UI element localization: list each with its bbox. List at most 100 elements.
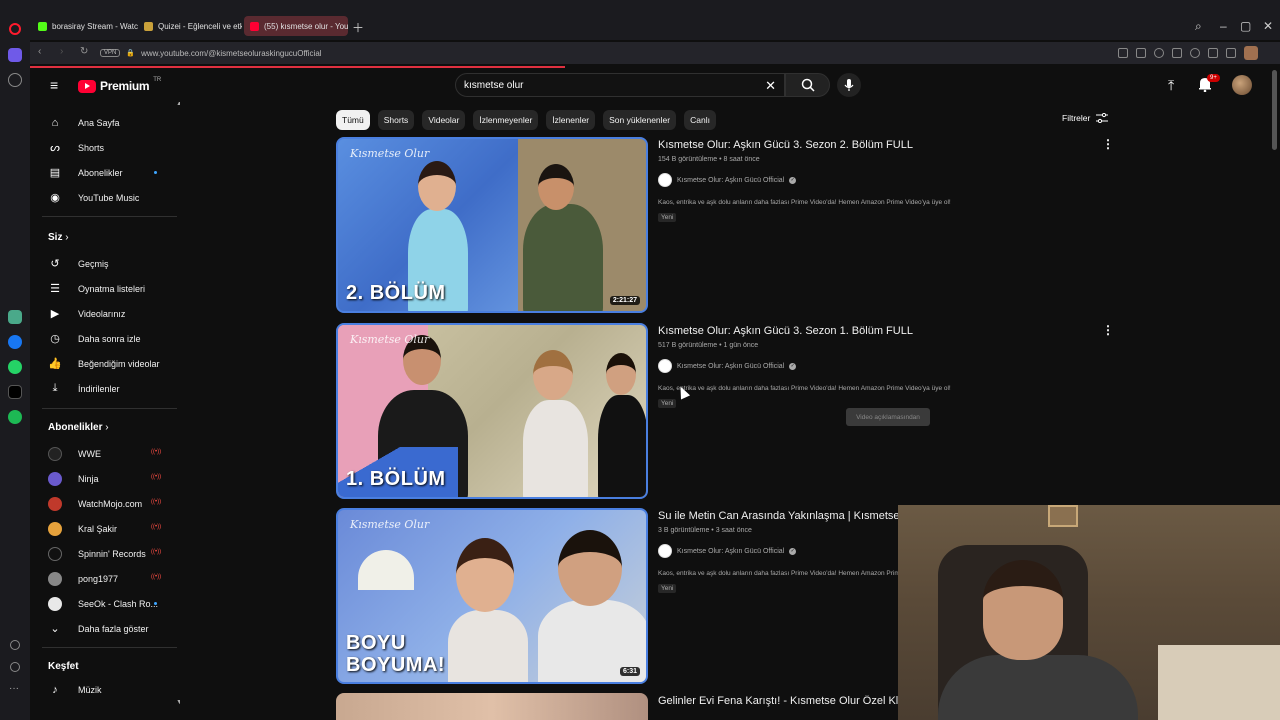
verified-check-icon: ✓	[789, 362, 797, 370]
hamburger-menu-icon[interactable]: ≡	[50, 78, 58, 92]
video-result[interactable]: Kısmetse Olur 1. BÖLÜM Kısmetse Olur: Aş…	[336, 323, 1126, 499]
maximize-icon[interactable]: ▢	[1240, 19, 1251, 33]
sidebar-subscription-item[interactable]: SeeOk - Clash Ro...	[30, 591, 180, 616]
sidebar-subscription-item[interactable]: Spinnin' Records ((•))	[30, 541, 180, 566]
logo-country: TR	[153, 77, 162, 83]
sidebar-subscription-item[interactable]: WatchMojo.com ((•))	[30, 491, 180, 516]
search-button[interactable]	[785, 73, 830, 97]
sidebar-item-home[interactable]: ⌂ Ana Sayfa	[30, 110, 180, 135]
new-badge: Yeni	[658, 584, 677, 593]
video-title[interactable]: Gelinler Evi Fena Karıştı! - Kısmetse Ol…	[658, 695, 907, 707]
heart-outline-icon[interactable]	[1190, 48, 1200, 58]
reload-icon[interactable]: ↻	[80, 46, 88, 57]
address-bar: ‹ › ↻ VPN 🔒 www.youtube.com/@kismetseolu…	[30, 42, 1280, 64]
back-icon[interactable]: ‹	[38, 46, 41, 57]
chip-all[interactable]: Tümü	[336, 110, 370, 130]
search-input[interactable]: kısmetse olur ✕	[455, 73, 785, 97]
video-thumbnail[interactable]: Kısmetse Olur 2. BÖLÜM 2:21:27	[336, 137, 648, 313]
sidebar-item-youtube-music[interactable]: ◉ YouTube Music	[30, 185, 180, 210]
video-title[interactable]: Kısmetse Olur: Aşkın Gücü 3. Sezon 2. Bö…	[658, 139, 913, 151]
messenger-app-icon[interactable]	[8, 335, 22, 349]
youtube-music-icon: ◉	[50, 192, 60, 204]
shield-icon[interactable]	[1154, 48, 1164, 58]
sidebar-item-downloads[interactable]: ⤓ İndirilenler	[30, 376, 180, 401]
video-meta: 517 B görüntüleme • 1 gün önce	[658, 342, 759, 349]
microphone-icon	[844, 79, 854, 91]
chip-videos[interactable]: Videolar	[422, 110, 466, 130]
vpn-badge[interactable]: VPN	[100, 49, 121, 57]
music-icon: ♪	[52, 683, 58, 696]
profile-avatar-icon[interactable]	[1244, 46, 1258, 60]
browser-tab-active[interactable]: (55) kısmetse olur - YouTu	[244, 16, 348, 36]
clear-search-icon[interactable]: ✕	[765, 78, 776, 94]
home-speed-dial-icon[interactable]	[8, 48, 22, 62]
bookmarks-star-icon[interactable]	[8, 73, 22, 87]
upload-icon[interactable]: ⤒	[1168, 77, 1174, 94]
video-thumbnail[interactable]: Kısmetse Olur 1. BÖLÜM	[336, 323, 648, 499]
close-window-icon[interactable]: ✕	[1263, 19, 1273, 33]
more-icon[interactable]: ···	[9, 683, 19, 694]
account-avatar[interactable]	[1232, 75, 1252, 95]
voice-search-button[interactable]	[837, 73, 861, 97]
channel-link[interactable]: Kısmetse Olur: Aşkın Gücü Official ✓	[658, 173, 797, 187]
sidebar-subscription-item[interactable]: pong1977 ((•))	[30, 566, 180, 591]
sidebar-subscription-item[interactable]: WWE ((•))	[30, 441, 180, 466]
sidebar-item-history[interactable]: ↺ Geçmiş	[30, 251, 180, 276]
page-scrollbar[interactable]	[1272, 70, 1277, 150]
opera-logo-icon[interactable]	[9, 23, 21, 35]
youtube-premium-logo[interactable]: Premium TR	[78, 77, 162, 93]
filters-button[interactable]: Filtreler	[1062, 113, 1109, 123]
play-icon[interactable]	[1172, 48, 1182, 58]
menu-lines-icon[interactable]	[1226, 48, 1236, 58]
sidebar-item-liked-videos[interactable]: 👍 Beğendiğim videolar	[30, 351, 180, 376]
url-field[interactable]: VPN 🔒 www.youtube.com/@kismetseoluraskin…	[100, 46, 1100, 60]
video-thumbnail[interactable]: Kısmetse Olur BOYU BOYUMA! 6:31	[336, 508, 648, 684]
chip-live[interactable]: Canlı	[684, 110, 716, 130]
more-options-icon[interactable]: ⋮	[1102, 137, 1114, 151]
sidebar-item-shorts[interactable]: ᔕ Shorts	[30, 135, 180, 160]
spotify-app-icon[interactable]	[8, 410, 22, 424]
channel-link[interactable]: Kısmetse Olur: Aşkın Gücü Official ✓	[658, 544, 797, 558]
new-tab-plus-icon[interactable]: ＋	[352, 19, 364, 36]
minimize-icon[interactable]: –	[1220, 19, 1227, 33]
sidebar-scroll-up-icon[interactable]: ▲	[176, 102, 180, 107]
sidebar-item-playlists[interactable]: ☰ Oynatma listeleri	[30, 276, 180, 301]
sidebar-subscription-item[interactable]: Ninja ((•))	[30, 466, 180, 491]
channel-avatar	[48, 546, 62, 561]
youtube-sidebar: ▲ ⌂ Ana Sayfa ᔕ Shorts ▤ Abonelikler ◉ Y…	[30, 102, 180, 710]
chip-watched[interactable]: İzlenenler	[546, 110, 596, 130]
video-thumbnail[interactable]	[336, 693, 648, 720]
history-clock-icon[interactable]	[10, 662, 20, 672]
sidebar-you-heading[interactable]: Siz ›	[48, 232, 69, 243]
chip-recently-uploaded[interactable]: Son yüklenenler	[603, 110, 677, 130]
whatsapp-app-icon[interactable]	[8, 360, 22, 374]
video-title[interactable]: Kısmetse Olur: Aşkın Gücü 3. Sezon 1. Bö…	[658, 325, 913, 337]
channel-name: Kısmetse Olur: Aşkın Gücü Official	[677, 547, 785, 555]
heart-icon[interactable]	[10, 640, 20, 650]
download-icon[interactable]	[1208, 48, 1218, 58]
video-duration: 6:31	[619, 667, 640, 676]
sidebar-subscription-item[interactable]: Kral Şakir ((•))	[30, 516, 180, 541]
edit-icon[interactable]	[1118, 48, 1128, 58]
search-tabs-icon[interactable]: ⌕	[1195, 19, 1202, 34]
sidebar-item-subscriptions[interactable]: ▤ Abonelikler	[30, 160, 180, 185]
channel-link[interactable]: Kısmetse Olur: Aşkın Gücü Official ✓	[658, 359, 797, 373]
kick-favicon-icon	[38, 21, 47, 31]
sidebar-item-your-videos[interactable]: ▶ Videolarınız	[30, 301, 180, 326]
more-options-icon[interactable]: ⋮	[1102, 323, 1114, 337]
x-app-icon[interactable]	[8, 385, 22, 399]
sidebar-show-more[interactable]: ⌄ Daha fazla göster	[30, 616, 180, 641]
sidebar-item-music[interactable]: ♪ Müzik	[30, 677, 180, 702]
chip-unwatched[interactable]: İzlenmeyenler	[473, 110, 539, 130]
sidebar-item-watch-later[interactable]: ◷ Daha sonra izle	[30, 326, 180, 351]
video-result[interactable]: Kısmetse Olur 2. BÖLÜM 2:21:27 Kısmetse …	[336, 137, 1126, 313]
sidebar-scroll-down-icon[interactable]: ▼	[176, 699, 180, 706]
chatgpt-app-icon[interactable]	[8, 310, 22, 324]
chip-shorts[interactable]: Shorts	[377, 110, 415, 130]
camera-icon[interactable]	[1136, 48, 1146, 58]
browser-tab[interactable]: borasiray Stream - Watch	[32, 16, 138, 36]
sidebar-subscriptions-heading[interactable]: Abonelikler ›	[48, 422, 109, 433]
forward-icon[interactable]: ›	[60, 46, 63, 57]
tab-title: (55) kısmetse olur - YouTu	[264, 21, 348, 31]
browser-tab[interactable]: Quizei - Eğlenceli ve etkile	[138, 16, 242, 36]
